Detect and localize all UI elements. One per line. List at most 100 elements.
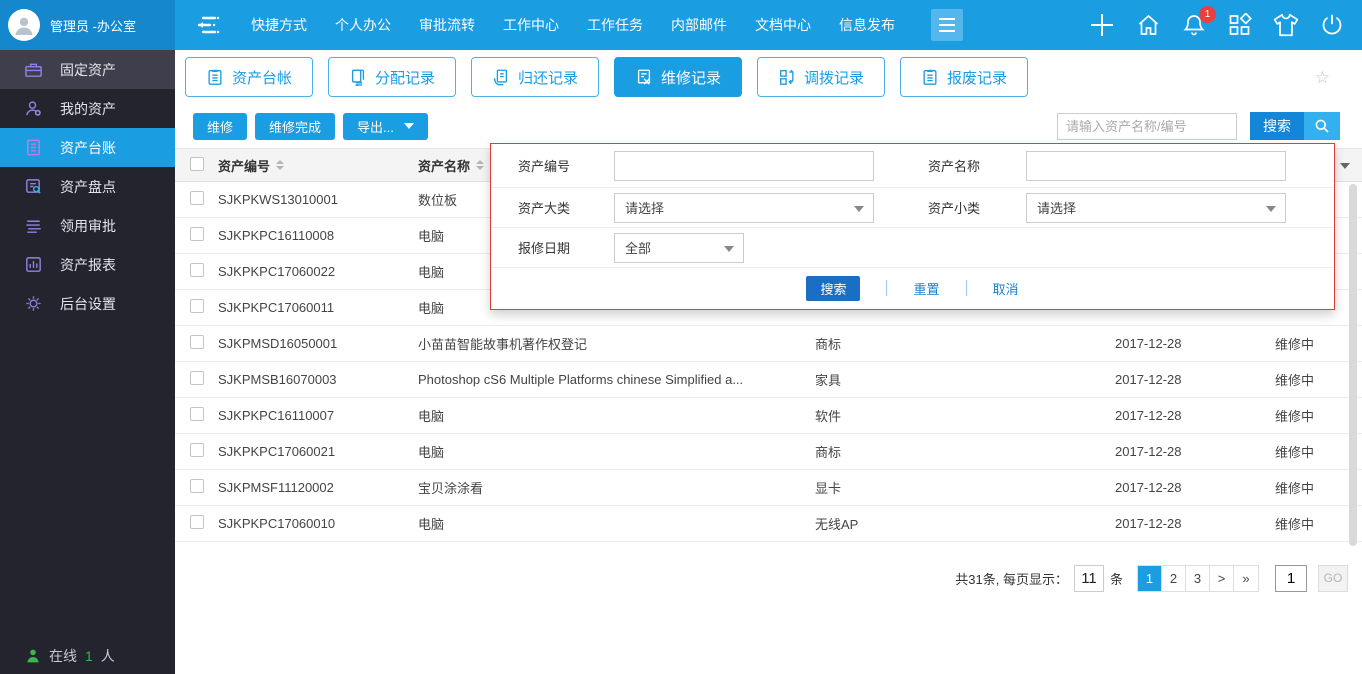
tab-label: 调拨记录 (803, 69, 864, 87)
page-1-button[interactable]: 1 (1138, 565, 1162, 591)
avatar[interactable] (8, 9, 40, 41)
pagination: 共31条, 每页显示： 条 1 2 3 > » GO (955, 560, 1348, 596)
row-checkbox[interactable] (190, 443, 204, 457)
goto-page-input[interactable] (1275, 564, 1307, 592)
tab-label: 分配记录 (374, 69, 435, 87)
row-checkbox[interactable] (190, 299, 204, 313)
repair-done-button[interactable]: 维修完成 (255, 112, 336, 140)
sort-icon[interactable] (276, 159, 285, 170)
logout-power-icon[interactable] (1320, 13, 1344, 37)
sidebar-item-asset-ledger[interactable]: 资产台账 (0, 128, 175, 167)
column-options-caret-icon[interactable] (1340, 163, 1350, 169)
sidebar-item-requisition-approval[interactable]: 领用审批 (0, 206, 175, 245)
page-3-button[interactable]: 3 (1186, 565, 1210, 591)
row-checkbox[interactable] (190, 479, 204, 493)
export-button[interactable]: 导出... (343, 112, 428, 140)
row-checkbox[interactable] (190, 407, 204, 421)
add-icon[interactable] (1089, 12, 1115, 38)
tab-return-records[interactable]: 归还记录 (471, 57, 599, 97)
asset-name-cell: 电脑 (418, 517, 445, 532)
row-checkbox[interactable] (190, 371, 204, 385)
row-checkbox[interactable] (190, 263, 204, 277)
nav-item-info-publish[interactable]: 信息发布 (839, 15, 895, 35)
row-checkbox[interactable] (190, 227, 204, 241)
asset-name-cell: Photoshop cS6 Multiple Platforms chinese… (418, 372, 744, 387)
nav-item-work-tasks[interactable]: 工作任务 (587, 15, 643, 35)
page-size-input[interactable] (1073, 564, 1104, 592)
table-row[interactable]: SJKPKPC17060010 电脑 无线AP 2017-12-28 维修中 (175, 506, 1362, 542)
tab-transfer-records[interactable]: 调拨记录 (757, 57, 885, 97)
asset-code-cell: SJKPMSD16050001 (218, 336, 338, 351)
tab-scrap-records[interactable]: 报废记录 (900, 57, 1028, 97)
nav-item-internal-mail[interactable]: 内部邮件 (671, 15, 727, 35)
app-window: 管理员 -办公室 快捷方式 个人办公 审批流转 工作中心 工作任务 内部邮件 文… (0, 0, 1362, 674)
sidebar-item-asset-inventory[interactable]: 资产盘点 (0, 167, 175, 206)
table-row[interactable]: SJKPKPC16110007 电脑 软件 2017-12-28 维修中 (175, 398, 1362, 434)
panel-search-button[interactable]: 搜索 (806, 275, 861, 301)
table-row[interactable]: SJKPKPC17060021 电脑 商标 2017-12-28 维修中 (175, 434, 1362, 470)
toolbar: 维修 维修完成 导出... 搜索 (175, 104, 1362, 148)
search-button[interactable]: 搜索 (1250, 112, 1340, 140)
asset-name-cell: 宝贝涂涂看 (418, 481, 484, 496)
asset-name-input[interactable] (1026, 150, 1286, 181)
asset-code-cell: SJKPKPC17060010 (218, 516, 336, 531)
caret-down-icon (724, 245, 734, 252)
select-all-checkbox[interactable] (190, 156, 204, 171)
tab-asset-ledger[interactable]: 资产台帐 (185, 57, 313, 97)
panel-row-3: 报修日期 全部 (491, 228, 1334, 268)
page-2-button[interactable]: 2 (1162, 565, 1186, 591)
last-page-button[interactable]: » (1234, 565, 1258, 591)
more-menu-button[interactable] (931, 9, 963, 41)
home-icon[interactable] (1136, 13, 1161, 37)
asset-code-cell: SJKPMSB16070003 (218, 372, 337, 387)
tab-label: 报废记录 (946, 69, 1007, 87)
asset-code-cell: SJKPKPC17060022 (218, 264, 336, 279)
minor-category-label: 资产小类 (928, 201, 981, 216)
category-cell: 家具 (815, 373, 842, 388)
table-row[interactable]: SJKPMSB16070003 Photoshop cS6 Multiple P… (175, 362, 1362, 398)
collapse-sidebar-icon[interactable] (195, 14, 221, 36)
repair-button[interactable]: 维修 (193, 112, 248, 140)
favorite-star-icon[interactable]: ☆ (1315, 68, 1330, 88)
tab-repair-records[interactable]: 维修记录 (614, 57, 742, 97)
theme-shirt-icon[interactable] (1273, 13, 1299, 37)
search-icon[interactable] (1304, 112, 1340, 140)
row-checkbox[interactable] (190, 515, 204, 529)
row-checkbox[interactable] (190, 335, 204, 349)
notifications-bell-icon[interactable]: 1 (1182, 6, 1216, 37)
minor-category-select[interactable]: 请选择 (1026, 192, 1286, 223)
table-scrollbar[interactable] (1349, 184, 1357, 546)
nav-item-document-center[interactable]: 文档中心 (755, 15, 811, 35)
person-icon (24, 99, 44, 119)
sidebar-item-asset-reports[interactable]: 资产报表 (0, 245, 175, 284)
apps-grid-icon[interactable] (1227, 13, 1252, 37)
doc-repair-icon (637, 69, 651, 85)
next-page-button[interactable]: > (1210, 565, 1234, 591)
sidebar-item-admin-settings[interactable]: 后台设置 (0, 284, 175, 323)
repair-date-select[interactable]: 全部 (614, 232, 744, 263)
sidebar-item-fixed-assets[interactable]: 固定资产 (0, 50, 175, 89)
date-cell: 2017-12-28 (1115, 516, 1182, 531)
select-value: 请选择 (1037, 201, 1077, 216)
sidebar: 固定资产 我的资产 资产台账 资产盘点 领用审批 资产报表 后台设置 在线 1 … (0, 50, 175, 674)
nav-item-approval-flow[interactable]: 审批流转 (419, 15, 475, 35)
nav-item-personal-office[interactable]: 个人办公 (335, 15, 391, 35)
asset-code-input[interactable] (614, 150, 874, 181)
table-row[interactable]: SJKPMSD16050001 小苗苗智能故事机著作权登记 商标 2017-12… (175, 326, 1362, 362)
tab-allocation-records[interactable]: 分配记录 (328, 57, 456, 97)
header-asset-code[interactable]: 资产编号 (218, 156, 418, 175)
row-checkbox[interactable] (190, 191, 204, 205)
sort-icon[interactable] (476, 159, 485, 170)
sidebar-item-my-assets[interactable]: 我的资产 (0, 89, 175, 128)
major-category-select[interactable]: 请选择 (614, 192, 874, 223)
nav-item-shortcuts[interactable]: 快捷方式 (251, 15, 307, 35)
go-button[interactable]: GO (1318, 564, 1348, 592)
doc-transfer-icon (351, 69, 365, 86)
table-row[interactable]: SJKPMSF11120002 宝贝涂涂看 显卡 2017-12-28 维修中 (175, 470, 1362, 506)
cancel-link[interactable]: 取消 (993, 279, 1019, 298)
user-block[interactable]: 管理员 -办公室 (0, 0, 175, 50)
notification-badge: 1 (1199, 6, 1216, 23)
nav-item-work-center[interactable]: 工作中心 (503, 15, 559, 35)
reset-link[interactable]: 重置 (913, 279, 939, 298)
quick-search-input[interactable] (1057, 112, 1237, 140)
